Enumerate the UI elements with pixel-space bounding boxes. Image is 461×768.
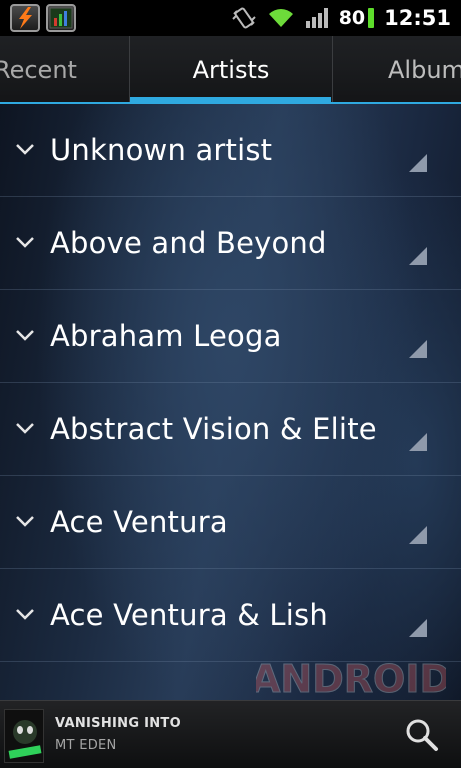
chevron-down-icon[interactable] [14, 419, 36, 437]
chevron-down-icon[interactable] [14, 605, 36, 623]
tab-recent[interactable]: Recent [0, 36, 124, 104]
context-menu-corner-icon[interactable] [409, 619, 427, 637]
album-art[interactable] [4, 709, 44, 763]
chevron-down-icon[interactable] [14, 140, 36, 158]
context-menu-corner-icon[interactable] [409, 154, 427, 172]
status-bar: 80 12:51 [0, 0, 461, 36]
artist-list-item[interactable]: Ace Ventura [0, 476, 461, 569]
artist-name: Unknown artist [50, 133, 273, 167]
tab-albums[interactable]: Albums [388, 36, 461, 104]
artist-name: Abraham Leoga [50, 319, 282, 353]
clock: 12:51 [384, 6, 451, 30]
chevron-down-icon[interactable] [14, 512, 36, 530]
tab-artists[interactable]: Artists [130, 36, 332, 104]
chart-app-icon [46, 4, 76, 32]
artist-name: Ace Ventura [50, 505, 228, 539]
notification-icons [0, 4, 76, 32]
artist-list-item[interactable]: Ace Ventura & Lish [0, 569, 461, 662]
search-icon[interactable] [402, 715, 442, 755]
selected-tab-indicator [130, 97, 331, 104]
now-playing-title: VANISHING INTO [55, 716, 181, 731]
vibrate-icon [231, 6, 257, 30]
artist-list-item[interactable]: Abstract Vision & Elite [0, 383, 461, 476]
artist-list-item[interactable]: Unknown artist [0, 104, 461, 197]
battery-indicator: 80 [338, 7, 375, 29]
artist-list-item[interactable]: Abraham Leoga [0, 290, 461, 383]
battery-level: 80 [338, 7, 366, 29]
tab-bar: Recent Artists Albums [0, 36, 461, 104]
now-playing-bar[interactable]: VANISHING INTO MT EDEN [0, 700, 461, 768]
context-menu-corner-icon[interactable] [409, 247, 427, 265]
tab-divider [332, 36, 333, 104]
chevron-down-icon[interactable] [14, 326, 36, 344]
wifi-icon [267, 7, 295, 29]
context-menu-corner-icon[interactable] [409, 433, 427, 451]
signal-icon [305, 7, 329, 29]
context-menu-corner-icon[interactable] [409, 526, 427, 544]
artist-list-item[interactable]: Above and Beyond [0, 197, 461, 290]
artist-name: Above and Beyond [50, 226, 327, 260]
chevron-down-icon[interactable] [14, 233, 36, 251]
artist-name: Abstract Vision & Elite [50, 412, 377, 446]
context-menu-corner-icon[interactable] [409, 340, 427, 358]
battery-icon [368, 8, 375, 28]
lightning-app-icon [10, 4, 40, 32]
artist-list[interactable]: Unknown artist Above and Beyond Abraham … [0, 104, 461, 700]
now-playing-artist: MT EDEN [55, 738, 117, 753]
artist-name: Ace Ventura & Lish [50, 598, 328, 632]
